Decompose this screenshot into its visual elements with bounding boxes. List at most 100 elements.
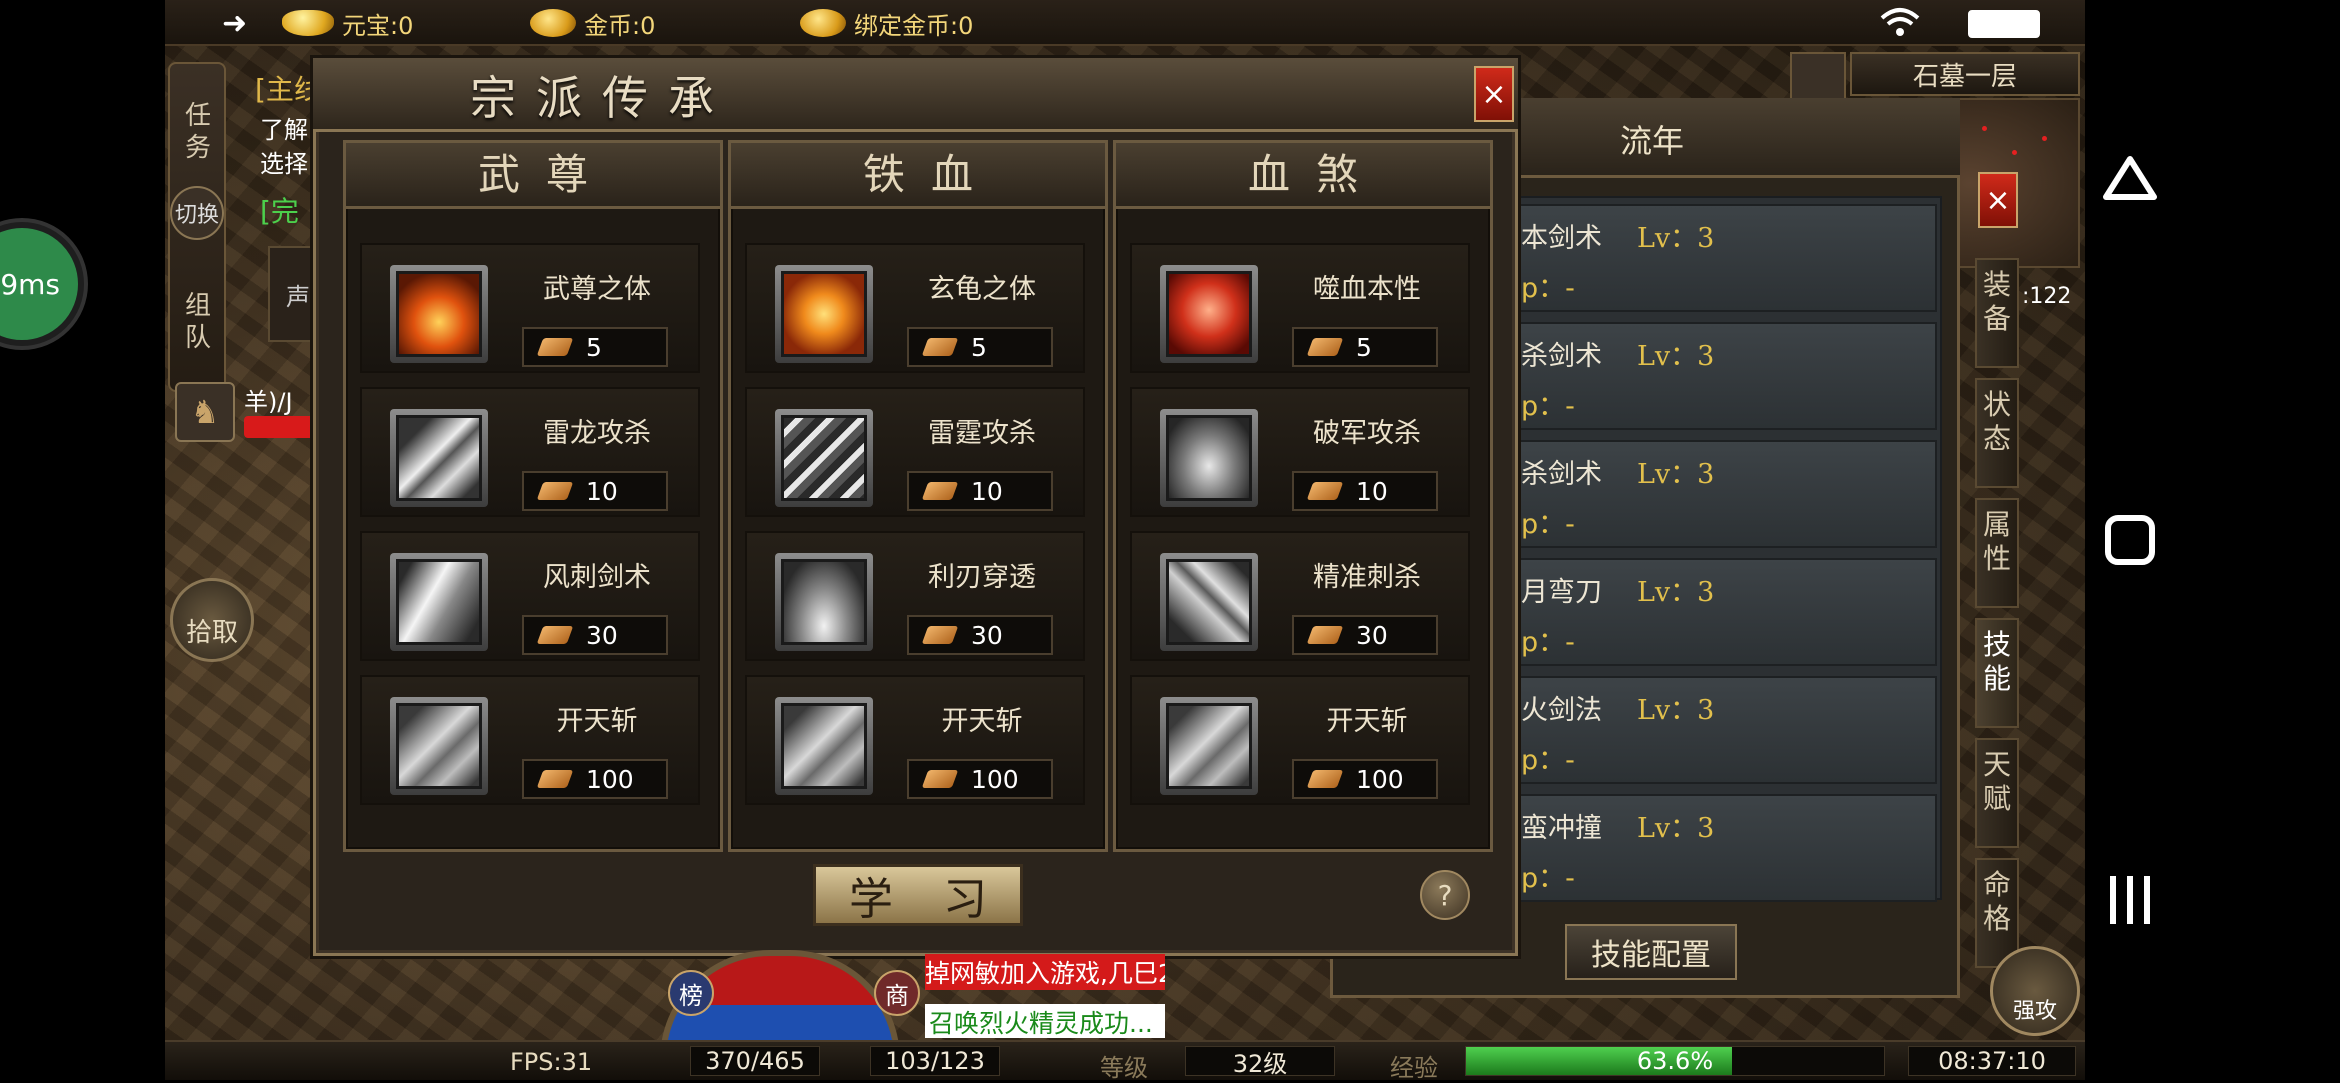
skill-icon-frame [1160,697,1258,795]
back-triangle-icon[interactable] [2100,148,2160,208]
cost-value: 100 [586,764,634,794]
skill-config-button[interactable]: 技能配置 [1565,924,1737,980]
skill-card[interactable]: 开天斩 100 [360,675,700,805]
scroll-icon [536,338,574,356]
exp-percent: 63.6% [1636,1047,1714,1075]
scroll-icon [921,338,959,356]
skill-name: 风刺剑术 [543,562,651,593]
scroll-icon [921,770,959,788]
recents-icon[interactable] [2100,870,2160,930]
skill-icon-frame [390,697,488,795]
army-breaker-icon [1166,415,1252,501]
skill-card[interactable]: 雷霆攻杀 10 [745,387,1085,517]
skill-row-name: 月弯刀 [1521,577,1602,608]
tab-attributes[interactable]: 属性 [1975,498,2019,608]
team-tab[interactable]: 组队 [178,290,218,354]
skill-cost: 5 [907,327,1053,367]
skill-row-level: Lv：3 [1637,577,1715,608]
scroll-icon [921,626,959,644]
skill-row[interactable]: 杀剑术 Lv：3 p：- [1515,322,1937,430]
skill-row[interactable]: 蛮冲撞 Lv：3 p：- [1515,794,1937,902]
exp-label: 经验 [1390,1054,1438,1082]
panel-close-button[interactable]: × [1474,66,1514,122]
skill-row[interactable]: 本剑术 Lv：3 p：- [1515,204,1937,312]
bloodthirst-icon [1166,271,1252,357]
skill-icon-frame [775,409,873,507]
tab-equipment[interactable]: 装备 [1975,258,2019,368]
tab-skills[interactable]: 技能 [1975,618,2019,728]
ping-value: 9ms [0,267,60,301]
sect-column-wuzun: 武尊 武尊之体 5 雷龙攻杀 10 风刺剑术 30 开天斩 100 [343,140,723,852]
scroll-icon [921,482,959,500]
skill-card[interactable]: 玄龟之体 5 [745,243,1085,373]
tab-status[interactable]: 状态 [1975,378,2019,488]
mount-icon[interactable]: ♞ [175,382,235,442]
skill-cost: 100 [1292,759,1438,799]
learn-button[interactable]: 学 习 [813,864,1023,926]
bound-gold-icon [800,9,846,37]
skill-row-xp: p：- [1521,863,1575,894]
help-button[interactable]: ? [1420,870,1470,920]
shop-button[interactable]: 商 [874,970,920,1016]
scroll-icon [536,482,574,500]
target-hp-bar [244,416,314,438]
scroll-icon [536,626,574,644]
skill-icon-frame [775,265,873,363]
flame-body-icon [396,271,482,357]
tab-talent[interactable]: 天赋 [1975,738,2019,848]
skill-name: 开天斩 [1326,706,1408,737]
skill-row-xp: p：- [1521,391,1575,422]
rank-button[interactable]: 榜 [668,970,714,1016]
skill-icon-frame [390,265,488,363]
chat-message-system: 掉网敏加入游戏,几巳25区又多 [925,954,1165,990]
skill-row-level: Lv：3 [1637,695,1715,726]
skill-card[interactable]: 武尊之体 5 [360,243,700,373]
quest-complete[interactable]: [完 [260,190,299,230]
skill-list-title: 流年 [1620,122,1685,160]
skill-row-level: Lv：3 [1637,813,1715,844]
skill-card[interactable]: 利刃穿透 30 [745,531,1085,661]
skill-card[interactable]: 开天斩 100 [1130,675,1470,805]
home-square-icon[interactable] [2100,510,2160,570]
help-icon: ? [1437,878,1453,912]
skill-icon-frame [775,553,873,651]
cost-value: 30 [1356,620,1388,650]
cost-value: 30 [971,620,1003,650]
skill-row[interactable]: 火剑法 Lv：3 p：- [1515,676,1937,784]
skill-card[interactable]: 噬血本性 5 [1130,243,1470,373]
chat-message-summon: 召唤烈火精灵成功... [925,1004,1165,1038]
precise-stab-icon [1166,559,1252,645]
skill-row[interactable]: 杀剑术 Lv：3 p：- [1515,440,1937,548]
battery-icon [1968,10,2040,38]
arrow-icon[interactable]: ➜ [222,6,247,41]
coord-readout: :122 [2022,284,2072,309]
task-tab[interactable]: 任务 [178,100,218,164]
skill-row-xp: p：- [1521,273,1575,304]
skill-list-close-button[interactable]: × [1978,172,2018,228]
skill-cost: 10 [1292,471,1438,511]
skill-cost: 5 [1292,327,1438,367]
skill-icon-frame [1160,553,1258,651]
scroll-icon [1306,338,1344,356]
hp-value: 370/465 [690,1046,820,1076]
switch-button[interactable]: 切换 [170,186,224,240]
skill-row-xp: p：- [1521,745,1575,776]
cost-value: 100 [1356,764,1404,794]
strong-attack-button[interactable]: 强攻 [1990,946,2080,1036]
skill-card[interactable]: 开天斩 100 [745,675,1085,805]
skill-name: 武尊之体 [543,274,651,305]
scroll-icon [1306,770,1344,788]
skill-name: 雷霆攻杀 [928,418,1036,449]
skill-card[interactable]: 雷龙攻杀 10 [360,387,700,517]
skill-row[interactable]: 月弯刀 Lv：3 p：- [1515,558,1937,666]
skill-card[interactable]: 破军攻杀 10 [1130,387,1470,517]
system-left-bar [0,0,165,1080]
quest-line-2: 了解 [260,116,308,144]
cost-value: 30 [586,620,618,650]
cost-value: 5 [1356,332,1372,362]
quest-line-1[interactable]: [主线 [255,68,322,108]
skill-card[interactable]: 精准刺杀 30 [1130,531,1470,661]
skill-card[interactable]: 风刺剑术 30 [360,531,700,661]
quest-line-3: 选择 [260,150,308,178]
pickup-button[interactable]: 拾取 [170,578,254,662]
